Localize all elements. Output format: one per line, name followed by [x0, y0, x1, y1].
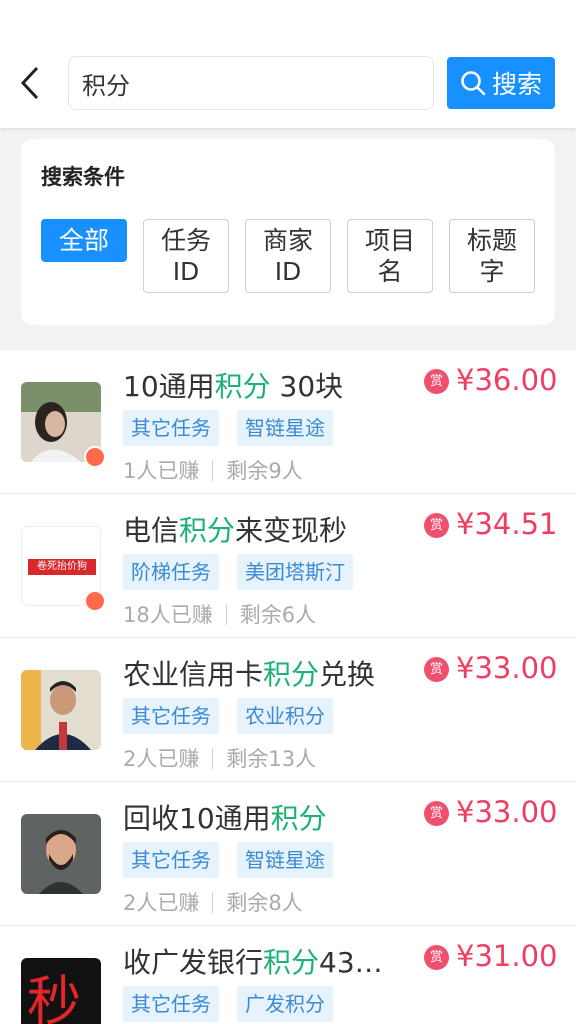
chip-title-keyword[interactable]: 标题字 — [449, 219, 535, 293]
reward-badge: 赏 — [424, 945, 449, 970]
item-price: ¥33.00 — [456, 651, 558, 685]
avatar: 秒 — [21, 958, 101, 1024]
item-tag: 美团塔斯汀 — [237, 554, 353, 590]
search-field[interactable] — [68, 56, 434, 110]
list-item[interactable]: 回收10通用积分 其它任务 智链星途 2人已赚 剩余8人 赏 ¥33.00 — [0, 782, 576, 926]
item-tag: 其它任务 — [123, 410, 219, 446]
avatar-label: 卷死抬价狗 — [28, 559, 96, 575]
item-title: 农业信用卡积分兑换 — [123, 658, 376, 691]
item-stats: 18人已赚 剩余6人 — [123, 603, 317, 627]
avatar-label: 秒 — [27, 970, 81, 1024]
item-tag: 智链星途 — [237, 842, 333, 878]
list-item[interactable]: 农业信用卡积分兑换 其它任务 农业积分 2人已赚 剩余13人 赏 ¥33.00 — [0, 638, 576, 782]
list-item[interactable]: 卷死抬价狗 电信积分来变现秒 阶梯任务 美团塔斯汀 18人已赚 剩余6人 赏 ¥3… — [0, 494, 576, 638]
header-bar: 搜索 — [0, 0, 576, 128]
task-list: 10通用积分 30块 其它任务 智链星途 1人已赚 剩余9人 赏 ¥36.00 卷… — [0, 350, 576, 1024]
reward-badge: 赏 — [424, 369, 449, 394]
back-button[interactable] — [14, 64, 46, 102]
item-title: 回收10通用积分 — [123, 802, 327, 835]
item-stats: 2人已赚 剩余13人 — [123, 747, 317, 771]
chip-task-id[interactable]: 任务ID — [143, 219, 229, 293]
item-price: ¥36.00 — [456, 363, 558, 397]
item-tag: 农业积分 — [237, 698, 333, 734]
reward-badge: 赏 — [424, 657, 449, 682]
list-item[interactable]: 秒 收广发银行积分43… 其它任务 广发积分 赏 ¥31.00 — [0, 926, 576, 1024]
crown-icon — [84, 446, 106, 468]
filter-title: 搜索条件 — [41, 165, 125, 189]
item-price: ¥34.51 — [456, 507, 558, 541]
search-button-label: 搜索 — [491, 70, 542, 99]
chip-project-name[interactable]: 项目名 — [347, 219, 433, 293]
search-button[interactable]: 搜索 — [447, 57, 555, 109]
item-stats: 2人已赚 剩余8人 — [123, 891, 303, 915]
item-tag: 其它任务 — [123, 842, 219, 878]
reward-badge: 赏 — [424, 801, 449, 826]
item-tag: 阶梯任务 — [123, 554, 219, 590]
chevron-left-icon — [20, 66, 39, 100]
reward-badge: 赏 — [424, 513, 449, 538]
chip-all[interactable]: 全部 — [41, 219, 127, 262]
item-tag: 其它任务 — [123, 698, 219, 734]
item-price: ¥33.00 — [456, 795, 558, 829]
item-title: 收广发银行积分43… — [123, 946, 383, 979]
filter-panel: 搜索条件 全部 任务ID 商家ID 项目名 标题字 — [21, 139, 555, 325]
item-tag: 其它任务 — [123, 986, 219, 1022]
search-input[interactable] — [82, 69, 433, 97]
crown-icon — [84, 590, 106, 612]
item-stats: 1人已赚 剩余9人 — [123, 459, 303, 483]
search-icon — [461, 71, 486, 96]
item-price: ¥31.00 — [456, 939, 558, 973]
avatar — [21, 814, 101, 894]
chip-merchant-id[interactable]: 商家ID — [245, 219, 331, 293]
list-item[interactable]: 10通用积分 30块 其它任务 智链星途 1人已赚 剩余9人 赏 ¥36.00 — [0, 350, 576, 494]
item-tag: 智链星途 — [237, 410, 333, 446]
item-title: 电信积分来变现秒 — [123, 514, 348, 547]
item-tag: 广发积分 — [237, 986, 333, 1022]
item-title: 10通用积分 30块 — [123, 370, 344, 403]
avatar — [21, 670, 101, 750]
